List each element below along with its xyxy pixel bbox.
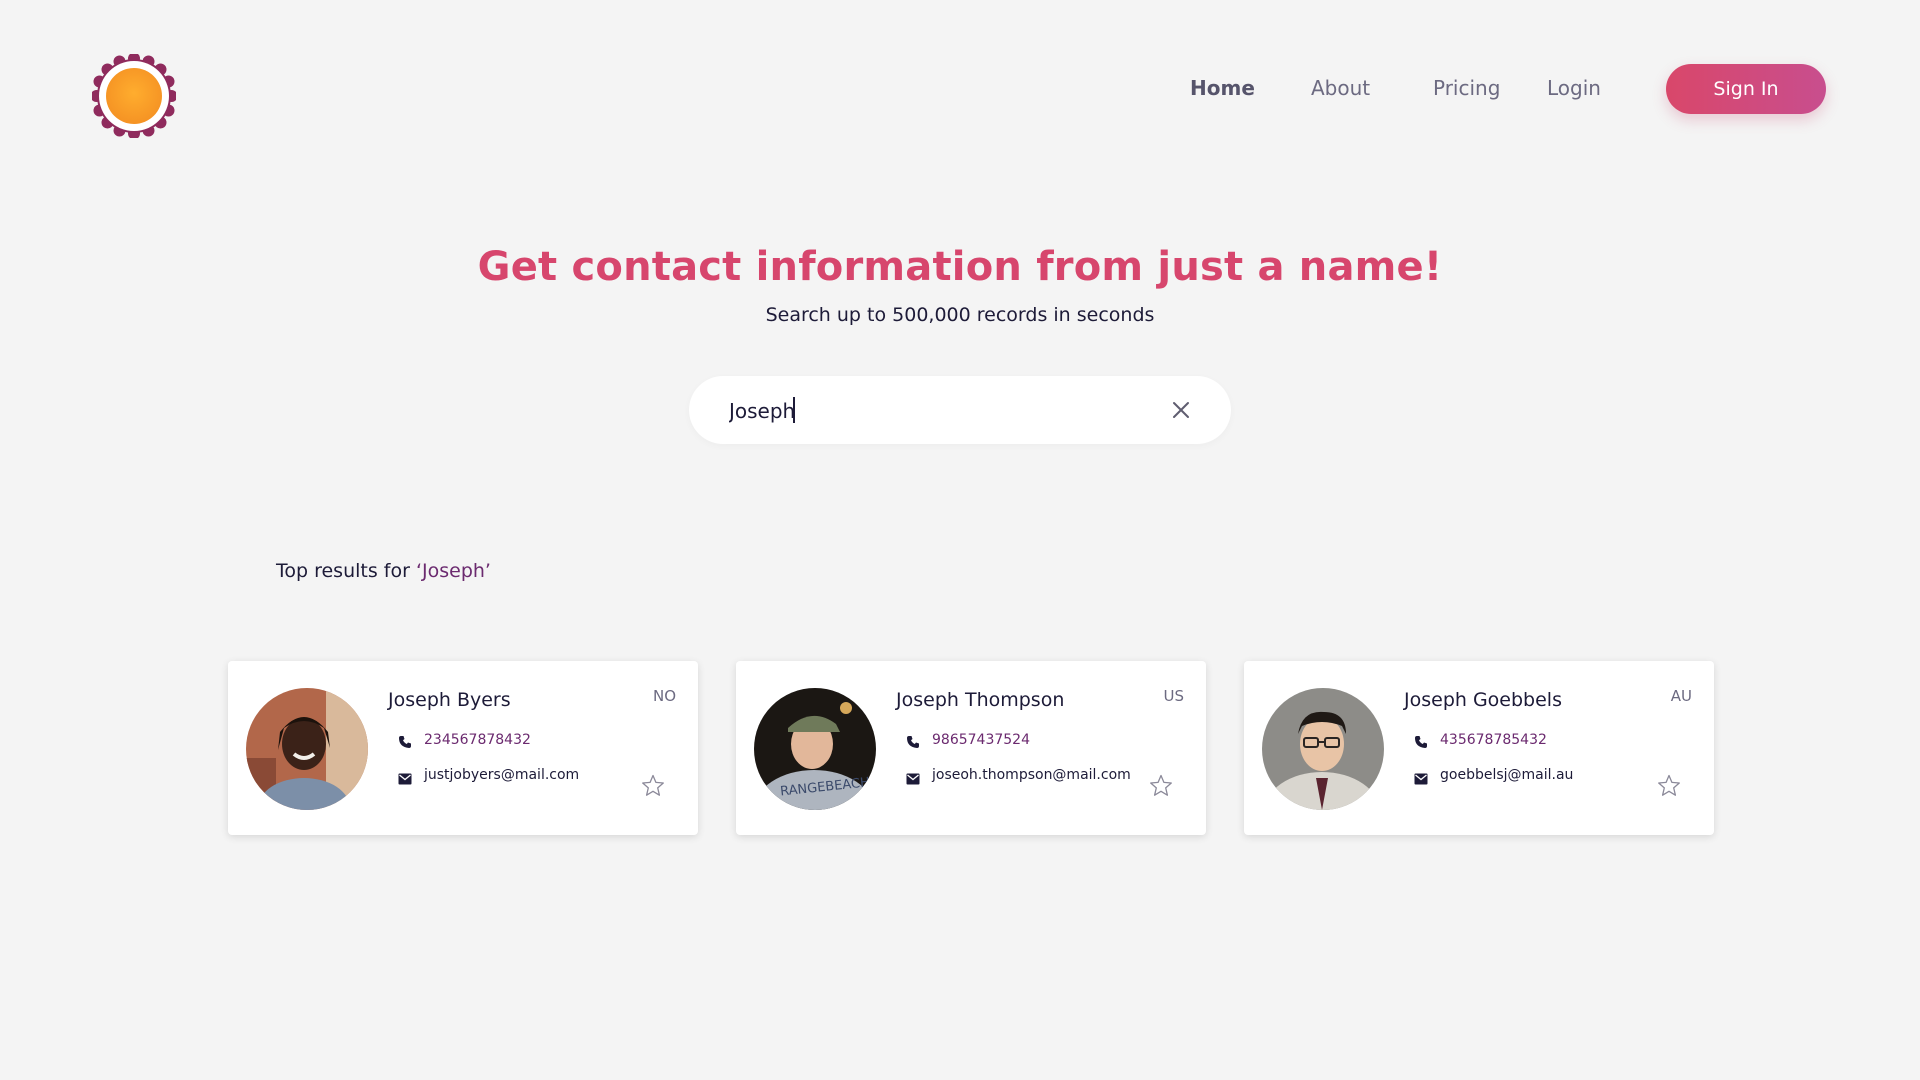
contact-card[interactable]: Joseph Goebbels AU 435678785432 goebbels… — [1244, 661, 1714, 835]
phone-icon — [906, 734, 920, 748]
contact-name: Joseph Byers — [388, 689, 511, 711]
star-outline-icon[interactable] — [1656, 773, 1682, 799]
results-heading: Top results for ‘Joseph’ — [276, 560, 491, 582]
country-code: AU — [1670, 687, 1692, 705]
search-input[interactable] — [727, 390, 1151, 432]
sign-in-button[interactable]: Sign In — [1666, 64, 1826, 114]
phone-icon — [1414, 734, 1428, 748]
envelope-icon — [906, 770, 920, 785]
envelope-icon — [398, 770, 412, 785]
avatar — [246, 688, 368, 810]
star-outline-icon[interactable] — [640, 773, 666, 799]
avatar — [1262, 688, 1384, 810]
page-title: Get contact information from just a name… — [477, 244, 1443, 290]
contact-card[interactable]: Joseph Byers NO 234567878432 justjobyers… — [228, 661, 698, 835]
contact-name: Joseph Thompson — [896, 689, 1065, 711]
contact-phone[interactable]: 98657437524 — [932, 732, 1030, 748]
contact-phone[interactable]: 435678785432 — [1440, 732, 1547, 748]
contact-card[interactable]: RANGEBEACH Joseph Thompson US 9865743752… — [736, 661, 1206, 835]
contact-phone[interactable]: 234567878432 — [424, 732, 531, 748]
contact-email[interactable]: joseoh.thompson@mail.com — [932, 767, 1131, 783]
avatar: RANGEBEACH — [754, 688, 876, 810]
results-heading-prefix: Top results for — [276, 560, 416, 582]
page-subtitle: Search up to 500,000 records in seconds — [765, 304, 1155, 326]
nav-about-link[interactable]: About — [1311, 76, 1370, 100]
country-code: US — [1163, 687, 1184, 705]
text-caret — [793, 397, 795, 423]
search-bar — [689, 376, 1231, 444]
star-outline-icon[interactable] — [1148, 773, 1174, 799]
results-heading-query: ‘Joseph’ — [415, 560, 491, 582]
close-icon[interactable] — [1165, 394, 1197, 426]
contact-email[interactable]: justjobyers@mail.com — [424, 767, 579, 783]
phone-icon — [398, 734, 412, 748]
nav-home-link[interactable]: Home — [1190, 76, 1255, 100]
envelope-icon — [1414, 770, 1428, 785]
country-code: NO — [652, 687, 676, 705]
nav-login-link[interactable]: Login — [1547, 76, 1601, 100]
contact-email[interactable]: goebbelsj@mail.au — [1440, 767, 1573, 783]
nav-pricing-link[interactable]: Pricing — [1433, 76, 1500, 100]
contact-name: Joseph Goebbels — [1404, 689, 1562, 711]
main-nav: Home About Pricing Login Sign In — [0, 0, 1920, 180]
